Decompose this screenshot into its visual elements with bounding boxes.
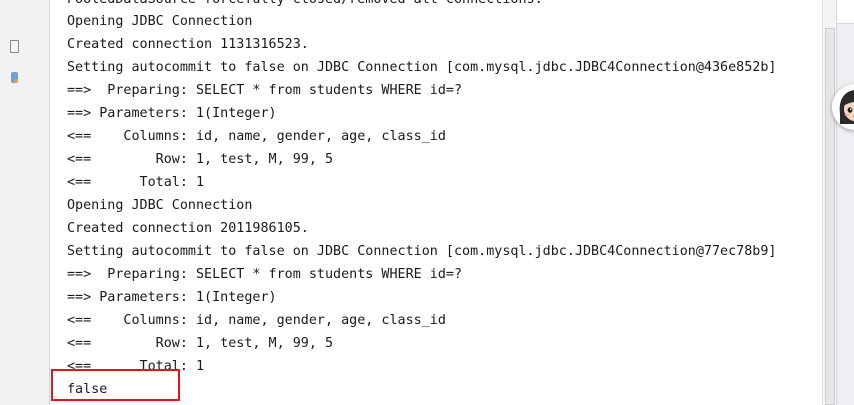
console-line: Created connection 1131316523.: [67, 37, 309, 52]
console-line: <== Columns: id, name, gender, age, clas…: [67, 313, 446, 328]
service-icon-badge: [14, 79, 18, 83]
console-line: ==> Parameters: 1(Integer): [67, 106, 277, 121]
console-line: ==> Preparing: SELECT * from students WH…: [67, 83, 463, 98]
console-line: Opening JDBC Connection: [67, 198, 253, 213]
console-line: Opening JDBC Connection: [67, 14, 253, 29]
console-gutter: [0, 0, 50, 405]
tool-strip-header: [837, 0, 854, 24]
ide-console-window: PooledDataSource forcefully closed/remov…: [0, 0, 854, 405]
highlight-annotation-box: [51, 369, 180, 401]
console-line: <== Columns: id, name, gender, age, clas…: [67, 129, 446, 144]
console-line: <== Row: 1, test, M, 99, 5: [67, 336, 334, 351]
console-line: Created connection 2011986105.: [67, 221, 309, 236]
console-line: Setting autocommit to false on JDBC Conn…: [67, 244, 777, 259]
console-line: ==> Parameters: 1(Integer): [67, 290, 277, 305]
console-output[interactable]: PooledDataSource forcefully closed/remov…: [50, 0, 822, 405]
file-icon[interactable]: [10, 40, 19, 53]
scrollbar-thumb[interactable]: [825, 28, 835, 405]
right-tool-strip: [836, 0, 854, 405]
console-line: Setting autocommit to false on JDBC Conn…: [67, 60, 777, 75]
vertical-scrollbar[interactable]: [822, 0, 836, 405]
console-line: ==> Preparing: SELECT * from students WH…: [67, 267, 463, 282]
console-line: <== Row: 1, test, M, 99, 5: [67, 152, 334, 167]
console-line: <== Total: 1: [67, 175, 205, 190]
